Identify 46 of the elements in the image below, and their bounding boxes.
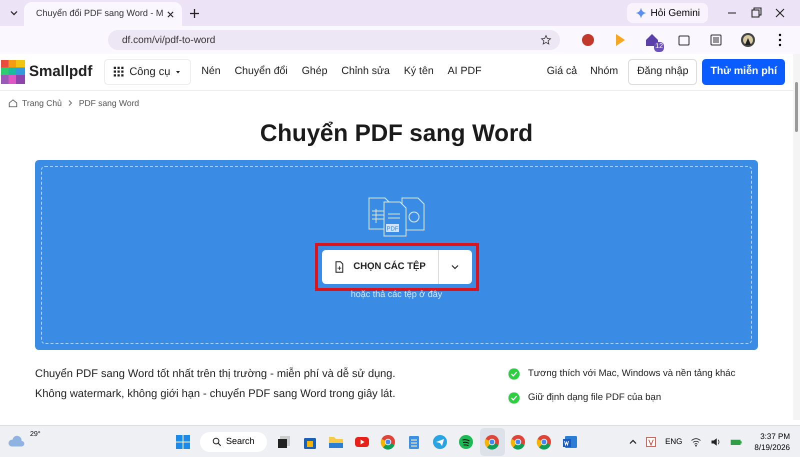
file-add-icon <box>333 260 346 273</box>
app-tray-icon <box>645 436 658 448</box>
wifi-icon <box>690 436 702 448</box>
nav-link[interactable]: Ký tên <box>404 64 434 80</box>
close-tab-icon[interactable] <box>167 10 174 18</box>
sparkle-icon <box>634 7 647 19</box>
new-tab-icon[interactable] <box>190 8 199 18</box>
search-icon <box>212 436 222 446</box>
tab-title[interactable]: Chuyển đổi PDF sang Word - M <box>36 7 164 21</box>
feature-text: Giữ định dạng file PDF của bạn <box>528 391 662 405</box>
star-icon <box>540 34 552 46</box>
nav-link[interactable]: AI PDF <box>448 64 482 80</box>
home-icon <box>8 98 18 108</box>
caret-icon <box>174 68 182 76</box>
nav-link[interactable]: Nén <box>201 64 221 80</box>
address-bar[interactable]: df.com/vi/pdf-to-word <box>108 30 560 50</box>
chevron-right-icon <box>68 100 73 106</box>
check-circle-icon <box>508 392 520 404</box>
description: Chuyển PDF sang Word tốt nhất trên thị trường - miễn phí và dễ sử dụng. Không watermark, không giới hạn - chuyển PDF sang Word trong giây lát. <box>35 366 396 402</box>
feature-text: Tương thích với Mac, Windows và nền tảng khác <box>528 366 736 381</box>
drop-hint: hoặc thả các tệp ở đây <box>350 288 442 301</box>
tab-list-icon[interactable] <box>10 9 18 17</box>
logo-text[interactable]: Smallpdf <box>29 60 92 84</box>
nav-link[interactable]: Giá cả <box>546 64 578 80</box>
nav-link[interactable]: Nhóm <box>590 64 618 80</box>
login-button[interactable]: Đăng nhập <box>628 59 698 85</box>
clock[interactable]: 3:37 PM 8/19/2026 <box>754 430 790 452</box>
chevron-up-icon[interactable] <box>629 438 638 446</box>
scrollbar[interactable] <box>793 54 800 420</box>
tools-menu-button[interactable]: Công cụ <box>104 59 192 85</box>
breadcrumb-link[interactable]: Trang Chủ <box>22 97 62 110</box>
logo-icon <box>1 60 25 84</box>
page-title: Chuyển PDF sang Word <box>259 118 534 149</box>
nav-link[interactable]: Chỉnh sửa <box>341 64 390 80</box>
speaker-icon <box>710 436 722 448</box>
try-free-button[interactable]: Thử miễn phí <box>702 59 785 85</box>
check-circle-icon <box>508 368 520 380</box>
chrome-icon[interactable] <box>480 428 505 456</box>
nav-link[interactable]: Ghép <box>302 64 328 80</box>
language-indicator[interactable]: ENG <box>665 436 682 448</box>
grid-icon <box>113 66 126 78</box>
taskbar-search[interactable]: Search <box>200 432 267 452</box>
breadcrumb-link[interactable]: PDF sang Word <box>78 97 140 110</box>
gemini-button[interactable]: Hỏi Gemini <box>626 3 708 23</box>
browser-tab[interactable]: Chuyển đổi PDF sang Word - M <box>24 2 182 26</box>
nav-link[interactable]: Chuyển đổi <box>234 64 288 80</box>
